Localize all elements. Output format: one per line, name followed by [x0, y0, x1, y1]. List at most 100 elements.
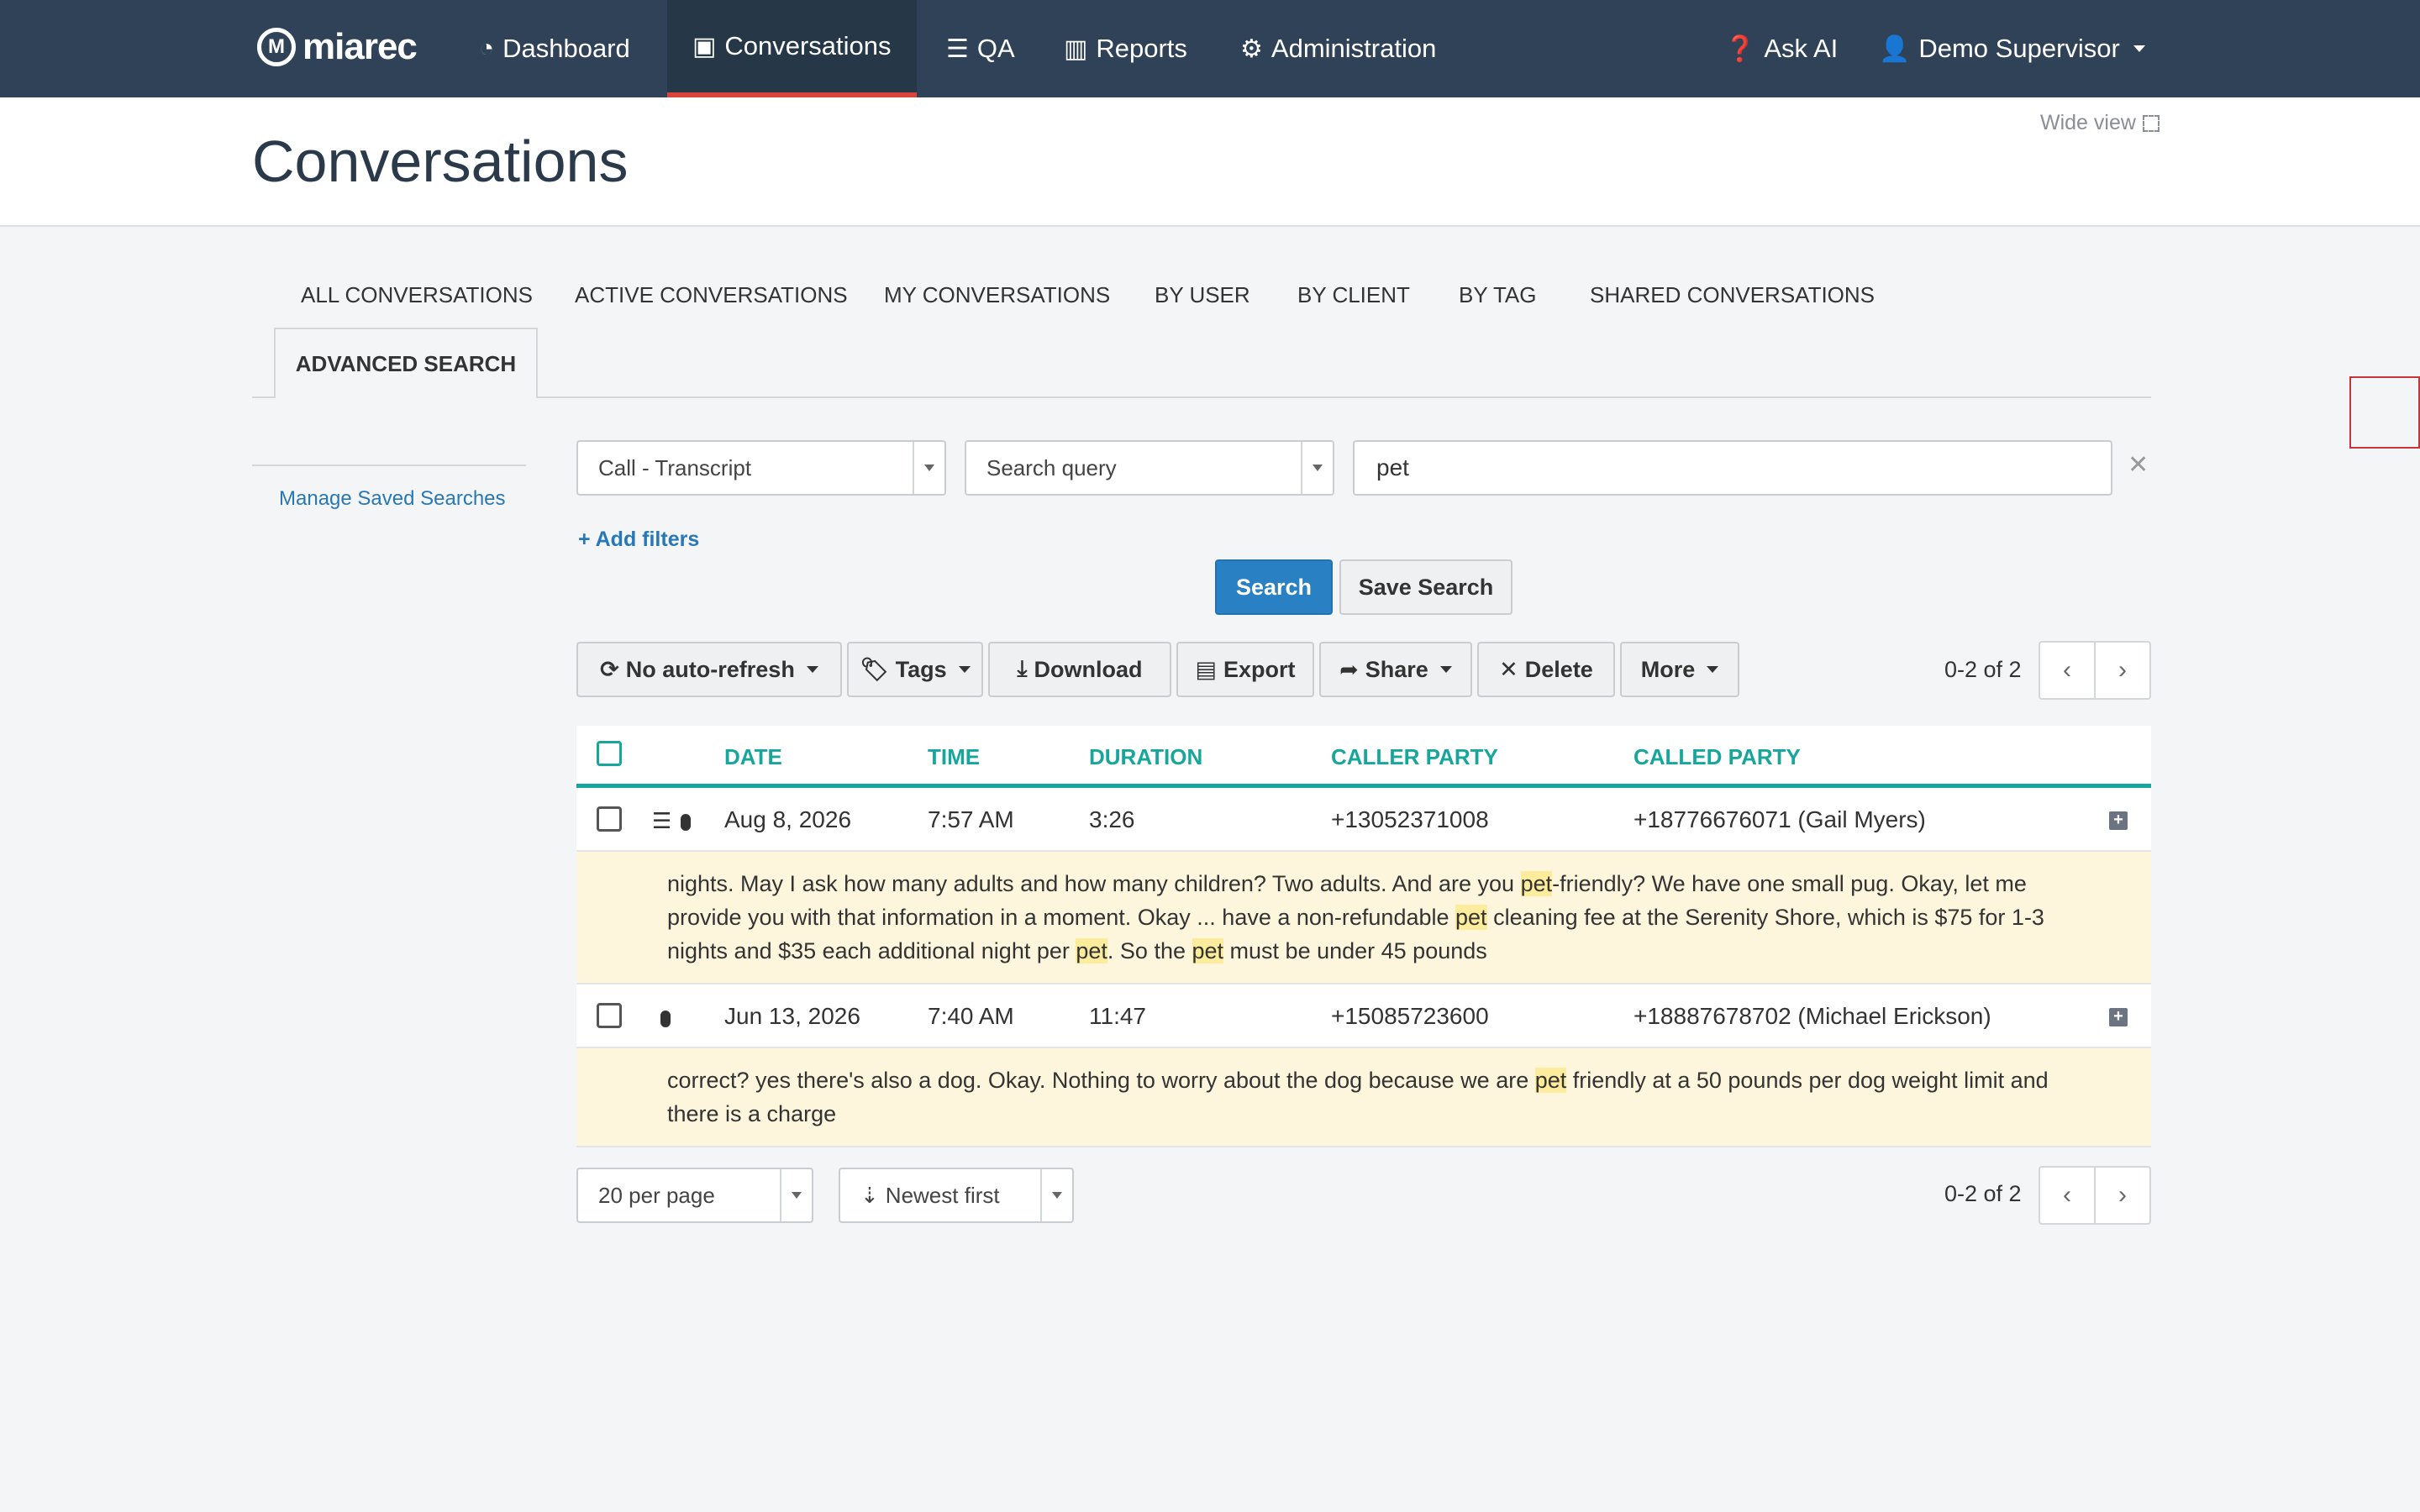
sort-value: Newest first [885, 1182, 1000, 1208]
prev-page-button[interactable]: ‹ [2040, 643, 2094, 698]
chevron-down-icon [1040, 1169, 1072, 1221]
delete-label: Delete [1524, 656, 1593, 682]
refresh-icon: ⟳ [600, 656, 619, 682]
chevron-down-icon [806, 666, 818, 673]
more-label: More [1640, 656, 1696, 682]
next-page-button[interactable]: › [2094, 1168, 2149, 1223]
snippet-text: . So the [1107, 938, 1192, 963]
nav-conversations-label: Conversations [724, 31, 892, 60]
row-checkbox[interactable] [597, 1003, 622, 1028]
nav-qa[interactable]: ☰ QA [921, 0, 1040, 97]
search-query-input[interactable] [1353, 440, 2112, 496]
tab-by-client[interactable]: BY CLIENT [1297, 282, 1410, 308]
tab-advanced-search[interactable]: ADVANCED SEARCH [274, 328, 538, 398]
wide-view-label: Wide view [2040, 111, 2136, 134]
nav-qa-label: QA [976, 34, 1015, 63]
download-icon: ⤓ [1017, 656, 1028, 681]
next-page-button[interactable]: › [2094, 643, 2149, 698]
miarec-logo[interactable]: M miarec [257, 22, 418, 72]
tab-all-conversations[interactable]: ALL CONVERSATIONS [301, 282, 533, 308]
chevron-down-icon [1439, 666, 1452, 673]
snippet-text: must be under 45 pounds [1223, 938, 1487, 963]
chevron-down-icon [780, 1169, 812, 1221]
tab-shared-conversations[interactable]: SHARED CONVERSATIONS [1590, 282, 1875, 308]
gear-icon: ⚙ [1240, 34, 1263, 63]
column-time[interactable]: TIME [928, 744, 980, 770]
expand-icon [2142, 114, 2160, 132]
export-button[interactable]: ▤ Export [1176, 642, 1314, 697]
search-type-value: Call - Transcript [598, 454, 752, 480]
more-dropdown[interactable]: More [1620, 642, 1739, 697]
table-row[interactable]: Jun 13, 2026 7:40 AM 11:47 +15085723600 … [576, 984, 2151, 1048]
pagination-controls-bottom: ‹ › [2039, 1166, 2151, 1225]
top-navbar: M miarec ◔ Dashboard ▣ Conversations ☰ Q… [0, 0, 2420, 97]
nav-ask-ai[interactable]: ❓ Ask AI [1699, 0, 1863, 97]
table-row[interactable]: ☰ Aug 8, 2026 7:57 AM 3:26 +13052371008 … [576, 788, 2151, 852]
close-icon: ✕ [1499, 656, 1518, 682]
nav-dashboard[interactable]: ◔ Dashboard [454, 0, 655, 97]
nav-reports[interactable]: ▥ Reports [1039, 0, 1213, 97]
row-called: +18776676071 (Gail Myers) [1634, 806, 1926, 832]
auto-refresh-dropdown[interactable]: ⟳ No auto-refresh [576, 642, 842, 697]
snippet-text: correct? yes there's also a dog. Okay. N… [667, 1068, 1535, 1093]
manage-saved-searches-link[interactable]: Manage Saved Searches [279, 487, 506, 511]
per-page-select[interactable]: 20 per page [576, 1168, 813, 1223]
per-page-value: 20 per page [598, 1182, 715, 1208]
tab-active-conversations[interactable]: ACTIVE CONVERSATIONS [575, 282, 848, 308]
save-search-button[interactable]: Save Search [1339, 559, 1512, 615]
snippet-highlight: pet [1520, 871, 1553, 896]
prev-page-button[interactable]: ‹ [2040, 1168, 2094, 1223]
tag-icon: 🏷 [860, 657, 889, 682]
expand-row-icon[interactable]: + [2109, 1008, 2128, 1026]
row-duration: 11:47 [1089, 1003, 1146, 1029]
search-type-select[interactable]: Call - Transcript [576, 440, 946, 496]
page-title: Conversations [252, 129, 629, 194]
pagination-controls: ‹ › [2039, 641, 2151, 700]
row-checkbox[interactable] [597, 806, 622, 832]
logo-icon: M [257, 28, 296, 66]
share-icon: ➦ [1339, 656, 1359, 682]
column-date[interactable]: DATE [724, 744, 782, 770]
row-called: +18887678702 (Michael Erickson) [1634, 1003, 1991, 1029]
chevron-down-icon [913, 442, 944, 494]
download-button[interactable]: ⤓ Download [988, 642, 1171, 697]
row-caller: +15085723600 [1331, 1003, 1489, 1029]
user-name: Demo Supervisor [1918, 34, 2120, 63]
tab-by-user[interactable]: BY USER [1155, 282, 1250, 308]
file-excel-icon: ▤ [1195, 656, 1217, 682]
delete-button[interactable]: ✕ Delete [1477, 642, 1615, 697]
row-date: Aug 8, 2026 [724, 806, 852, 832]
select-all-checkbox[interactable] [597, 741, 622, 766]
bar-chart-icon: ▥ [1064, 34, 1088, 63]
expand-row-icon[interactable]: + [2109, 811, 2128, 830]
user-menu[interactable]: 👤 Demo Supervisor [1854, 0, 2170, 97]
share-dropdown[interactable]: ➦ Share [1319, 642, 1472, 697]
pagination-range-bottom: 0-2 of 2 [1944, 1181, 2022, 1206]
focus-outline [2349, 376, 2420, 449]
auto-refresh-label: No auto-refresh [625, 656, 795, 682]
snippet-highlight: pet [1076, 938, 1107, 963]
clear-search-icon[interactable]: ✕ [2128, 450, 2149, 480]
column-caller-party[interactable]: CALLER PARTY [1331, 744, 1498, 770]
export-label: Export [1223, 656, 1296, 682]
results-table: DATE TIME DURATION CALLER PARTY CALLED P… [576, 726, 2151, 1147]
nav-administration[interactable]: ⚙ Administration [1215, 0, 1461, 97]
microphone-icon [660, 1007, 671, 1033]
tab-by-tag[interactable]: BY TAG [1459, 282, 1537, 308]
user-icon: 👤 [1879, 34, 1911, 63]
search-field-select[interactable]: Search query [965, 440, 1334, 496]
nav-dashboard-label: Dashboard [502, 34, 630, 63]
chevron-down-icon [1301, 442, 1333, 494]
search-button[interactable]: Search [1215, 559, 1333, 615]
sort-select[interactable]: ⇣ Newest first [839, 1168, 1074, 1223]
nav-conversations[interactable]: ▣ Conversations [667, 0, 917, 97]
snippet-highlight: pet [1534, 1068, 1567, 1093]
column-duration[interactable]: DURATION [1089, 744, 1202, 770]
column-called-party[interactable]: CALLED PARTY [1634, 744, 1801, 770]
wide-view-toggle[interactable]: Wide view [2040, 111, 2160, 135]
add-filters-link[interactable]: + Add filters [578, 528, 699, 552]
dashboard-icon: ◔ [479, 34, 495, 62]
tags-dropdown[interactable]: 🏷 Tags [847, 642, 983, 697]
sort-icon: ⇣ [860, 1182, 879, 1208]
tab-my-conversations[interactable]: MY CONVERSATIONS [884, 282, 1110, 308]
